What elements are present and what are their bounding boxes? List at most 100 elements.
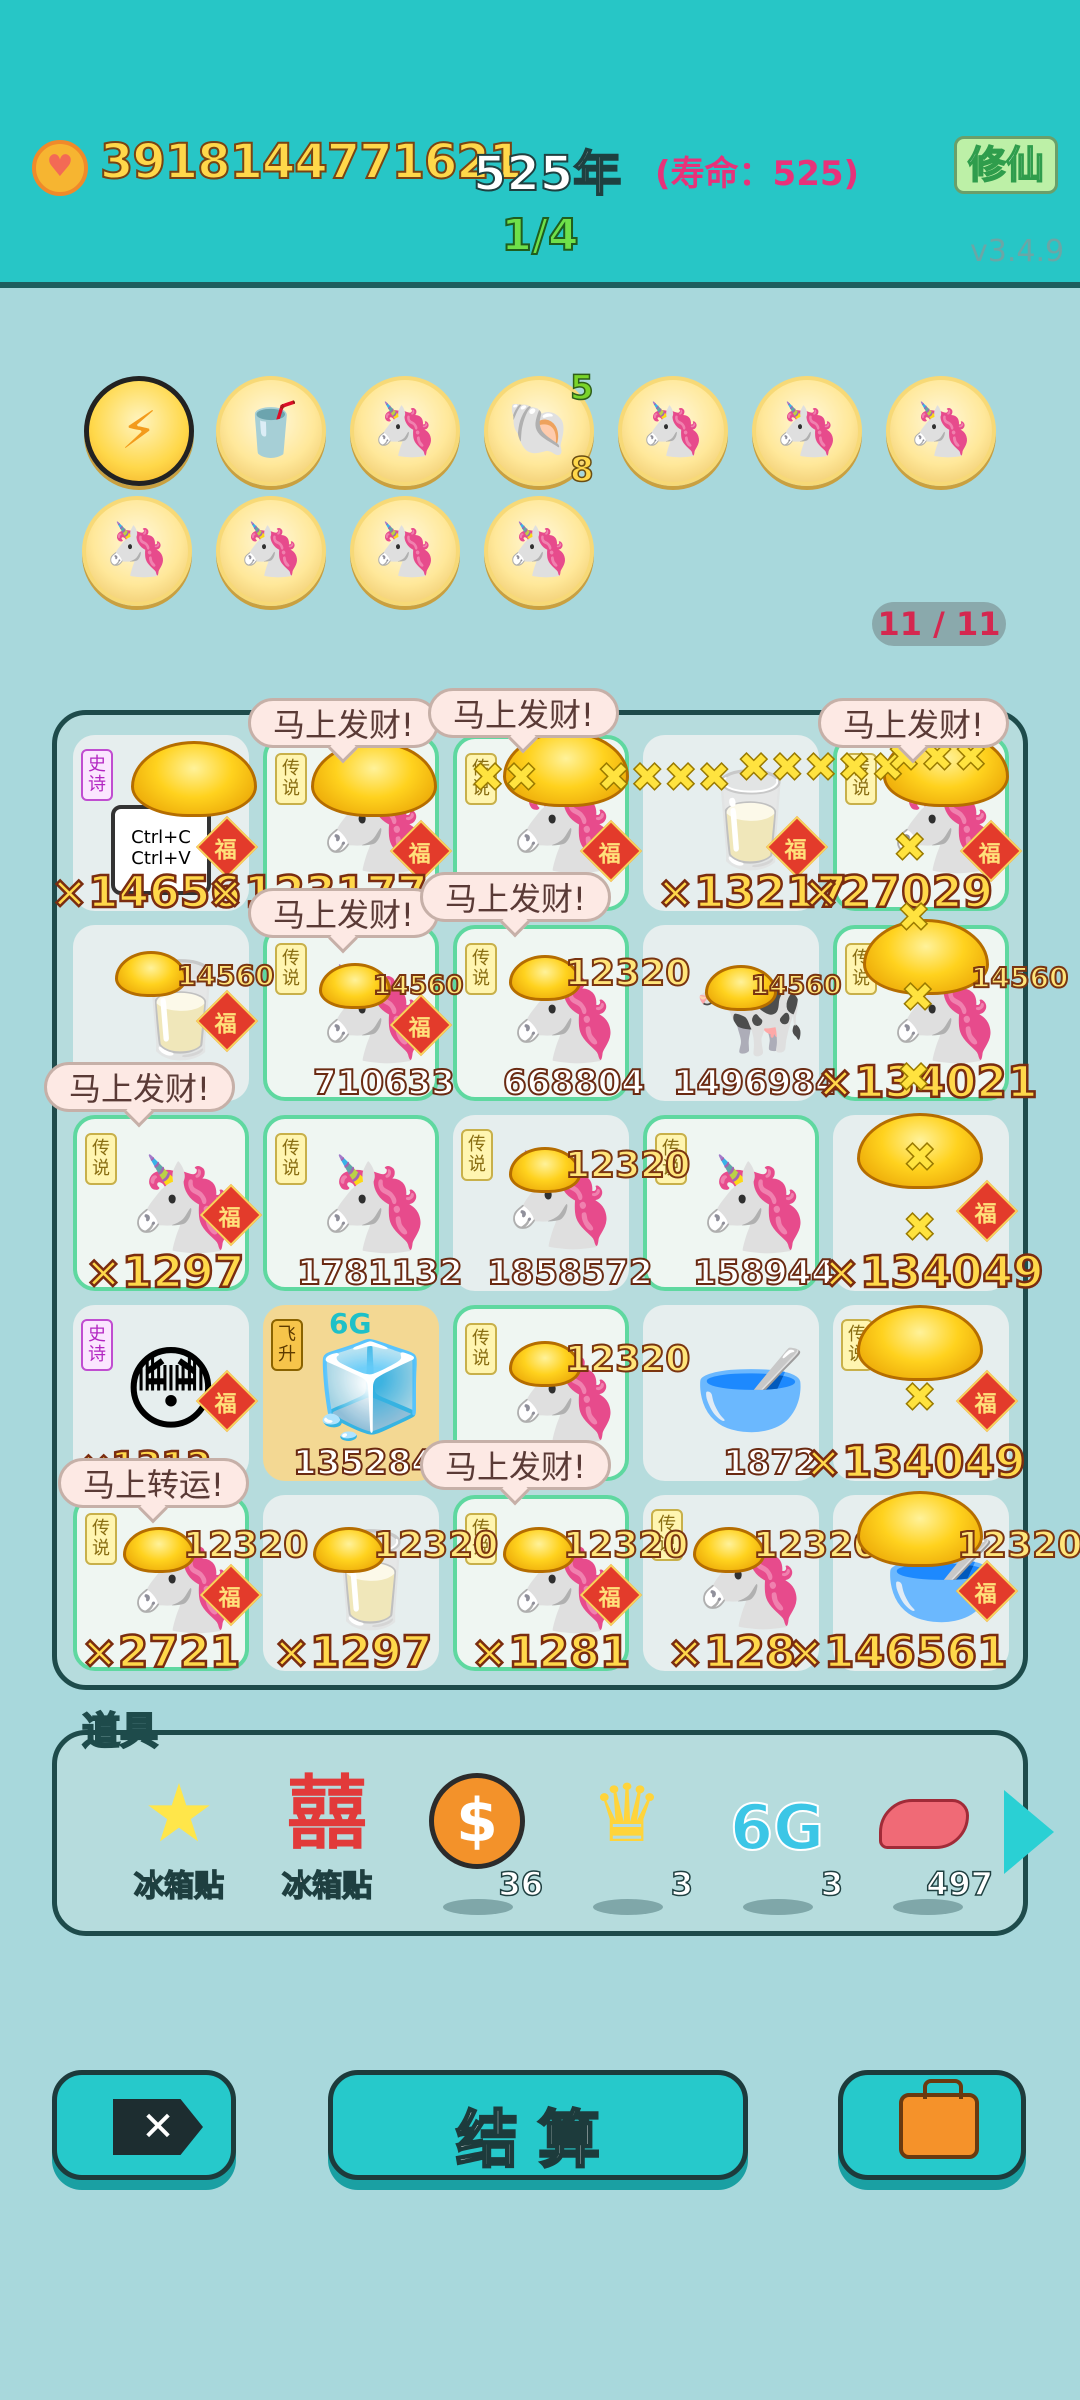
delete-icon: ✕	[113, 2099, 203, 2155]
item-count: 3	[820, 1864, 844, 1904]
payout-number: 12320	[564, 952, 691, 995]
double-happiness-icon: 囍	[287, 1767, 367, 1860]
fortune-bubble: 马上发财!	[818, 698, 1009, 748]
cell-multiplier: ×1297	[84, 1246, 246, 1300]
shell-count-bottom: 8	[569, 449, 594, 491]
payout-number: 12320	[564, 1338, 691, 1381]
fortune-bubble: 马上发财!	[248, 698, 439, 748]
legend-tag: 传说	[465, 943, 497, 995]
version-label: v3.4.9	[970, 234, 1065, 269]
item-shadow	[593, 1899, 663, 1915]
legend-tag: 传说	[275, 943, 307, 995]
top-bar: 3918144771621 525年 (寿命：525) 修仙 1/4 v3.4.…	[0, 0, 1080, 288]
stage-progress: 1/4	[500, 209, 579, 262]
item-slot[interactable]: ★ 冰箱贴	[109, 1755, 249, 1915]
unicorn-icon[interactable]: 🦄	[752, 376, 862, 486]
settle-button[interactable]: 结算	[328, 2070, 748, 2180]
item-count: 3	[670, 1864, 694, 1904]
item-count: 497	[925, 1864, 993, 1904]
dollar-coin-icon: $	[429, 1773, 525, 1869]
payout-number: 12320	[956, 1524, 1080, 1567]
unicorn-icon[interactable]: 🦄	[886, 376, 996, 486]
unicorn-icon[interactable]: 🦄	[618, 376, 728, 486]
item-slot[interactable]: $ 36	[407, 1755, 547, 1915]
fortune-bubble: 马上发财!	[428, 688, 619, 738]
legend-tag: 传说	[275, 753, 307, 805]
item-slot[interactable]: 囍 冰箱贴	[257, 1755, 397, 1915]
payout-number: 12320	[564, 1144, 691, 1187]
shell-count-top: 5	[569, 367, 594, 409]
unicorn-icon[interactable]: 🦄	[350, 376, 460, 486]
fortune-bubble: 马上发财!	[420, 872, 611, 922]
cell-multiplier: ×146561	[786, 1626, 1009, 1680]
cell-multiplier: ×134049	[804, 1436, 1027, 1490]
settle-label: 结算	[455, 2102, 620, 2178]
ctrl-v-label: Ctrl+V	[131, 848, 191, 869]
relic-pager: 11 / 11	[872, 602, 1006, 646]
fortune-bubble: 马上发财!	[248, 888, 439, 938]
unicorn-icon[interactable]: 🦄	[350, 496, 460, 606]
sparkle-icon: ✖	[896, 894, 931, 942]
legend-tag: 传说	[275, 1133, 307, 1185]
payout-number: 12320	[562, 1524, 689, 1567]
ascend-tag: 飞升	[271, 1319, 303, 1371]
legend-tag: 传说	[461, 1129, 493, 1181]
fortune-badge-icon: 福	[955, 1369, 1019, 1433]
year-counter: 525年	[472, 145, 622, 203]
item-slot[interactable]: ♛ 3	[557, 1755, 697, 1915]
unicorn-icon[interactable]: 🦄	[82, 496, 192, 606]
cultivate-button[interactable]: 修仙	[954, 136, 1058, 194]
payout-number: 12320	[372, 1524, 499, 1567]
unicorn-icon[interactable]: 🦄	[216, 496, 326, 606]
sparkle-icon: ✖✖✖✖	[596, 754, 732, 802]
epic-tag: 史诗	[81, 1319, 113, 1371]
payout-number: 14560	[750, 970, 842, 1002]
6g-icon: 6G	[729, 1790, 825, 1865]
coin-balance: 3918144771621	[99, 133, 523, 191]
legend-tag: 传说	[85, 1513, 117, 1565]
bubble-tea-icon[interactable]: 🥤	[216, 376, 326, 486]
item-slot[interactable]: 497	[857, 1755, 997, 1915]
item-count: 36	[498, 1864, 544, 1904]
cell-value: 1781132	[296, 1252, 464, 1294]
cell-multiplier: ×134049	[822, 1246, 1045, 1300]
sparkle-icon: ✖	[900, 974, 935, 1022]
fortune-bubble: 马上发财!	[44, 1062, 235, 1112]
lifespan-label: (寿命：525)	[655, 154, 860, 194]
sparkle-icon: ✖	[902, 1374, 937, 1422]
legend-tag: 传说	[465, 1323, 497, 1375]
item-slot[interactable]: 6G 3	[707, 1755, 847, 1915]
lightning-icon[interactable]: ⚡	[84, 376, 194, 486]
item-label: 冰箱贴	[281, 1868, 373, 1905]
unicorn-icon[interactable]: 🦄	[484, 496, 594, 606]
payout-number: 14560	[176, 958, 275, 993]
payout-number: 14560	[372, 970, 464, 1002]
cell-multiplier: ×1281	[470, 1626, 632, 1680]
next-arrow-icon[interactable]	[1004, 1790, 1054, 1874]
slot-board: 史诗 Ctrl+C Ctrl+V 福 传说 🦄 福 传说 🦄 福 🥛 福 传说 …	[50, 710, 1080, 1690]
refrigerator-icon: 🧊	[313, 1336, 428, 1443]
cell-value: 710633	[312, 1062, 456, 1104]
sparkle-icon: ✖✖✖✖✖	[736, 744, 905, 792]
discard-button[interactable]: ✕	[52, 2070, 236, 2180]
unicorn-icon: 🦄	[697, 1150, 812, 1257]
items-panel: ★ 冰箱贴 囍 冰箱贴 $ 36 ♛ 3 6G 3 497	[52, 1730, 1028, 1936]
crown-icon: ♛	[591, 1767, 663, 1860]
fortune-badge-icon: 福	[955, 1179, 1019, 1243]
inventory-button[interactable]	[838, 2070, 1026, 2180]
cell-multiplier: ×2721	[80, 1626, 242, 1680]
item-label: 冰箱贴	[133, 1868, 225, 1905]
star-sticker-icon: ★	[143, 1767, 215, 1860]
cell-value: 1858572	[486, 1252, 654, 1294]
payout-number: 12320	[182, 1524, 309, 1567]
smiley-face-icon: 😳	[123, 1336, 219, 1443]
cell-value: 1496984	[672, 1062, 840, 1104]
luck-bubble: 马上转运!	[58, 1458, 249, 1508]
cell-multiplier: ×128	[666, 1626, 797, 1680]
bowl-icon: 🥣	[693, 1336, 808, 1443]
ctrl-c-label: Ctrl+C	[131, 827, 191, 848]
fortune-bubble: 马上发财!	[420, 1440, 611, 1490]
cell-value: 668804	[502, 1062, 646, 1104]
cell-value: 1872	[722, 1442, 819, 1484]
sparkle-icon: ✖	[902, 1134, 937, 1182]
